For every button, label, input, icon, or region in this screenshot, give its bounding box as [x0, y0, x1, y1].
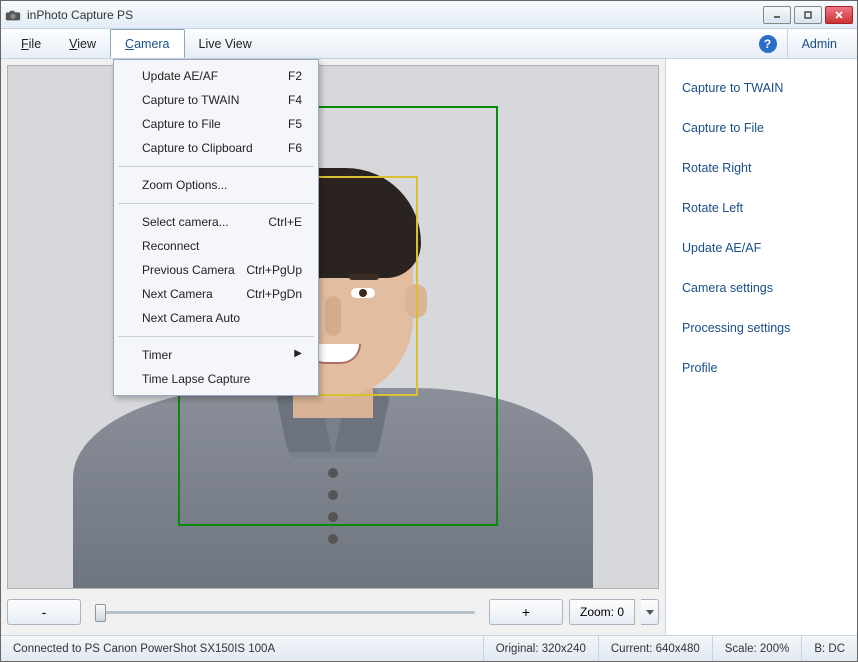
- zoom-in-button[interactable]: +: [489, 599, 563, 625]
- action-rotate-right[interactable]: Rotate Right: [682, 161, 841, 175]
- menu-select-camera[interactable]: Select camera...Ctrl+E: [114, 210, 318, 234]
- menu-next-camera-auto[interactable]: Next Camera Auto: [114, 306, 318, 330]
- zoom-slider-thumb[interactable]: [95, 604, 106, 622]
- menu-admin[interactable]: Admin: [787, 29, 851, 58]
- camera-menu-dropdown: Update AE/AFF2 Capture to TWAINF4 Captur…: [113, 59, 319, 396]
- status-original: Original: 320x240: [484, 636, 599, 661]
- status-bdc: B: DC: [802, 636, 857, 661]
- app-icon: [5, 9, 21, 21]
- menu-zoom-options[interactable]: Zoom Options...: [114, 173, 318, 197]
- statusbar: Connected to PS Canon PowerShot SX150IS …: [1, 635, 857, 661]
- action-capture-twain[interactable]: Capture to TWAIN: [682, 81, 841, 95]
- zoom-dropdown-button[interactable]: [641, 599, 659, 625]
- zoom-out-button[interactable]: -: [7, 599, 81, 625]
- action-update-ae-af[interactable]: Update AE/AF: [682, 241, 841, 255]
- action-profile[interactable]: Profile: [682, 361, 841, 375]
- menu-liveview[interactable]: Live View: [185, 29, 266, 58]
- window-controls: [763, 6, 853, 24]
- menu-timer[interactable]: Timer▶: [114, 343, 318, 367]
- action-camera-settings[interactable]: Camera settings: [682, 281, 841, 295]
- live-preview: [7, 65, 659, 589]
- zoom-controls: - + Zoom: 0: [7, 595, 659, 629]
- menu-capture-twain[interactable]: Capture to TWAINF4: [114, 88, 318, 112]
- menu-file[interactable]: File: [7, 29, 55, 58]
- menu-view[interactable]: View: [55, 29, 110, 58]
- menu-capture-clipboard[interactable]: Capture to ClipboardF6: [114, 136, 318, 160]
- close-button[interactable]: [825, 6, 853, 24]
- minimize-button[interactable]: [763, 6, 791, 24]
- help-icon[interactable]: ?: [759, 35, 777, 53]
- action-capture-file[interactable]: Capture to File: [682, 121, 841, 135]
- window-title: inPhoto Capture PS: [27, 8, 763, 22]
- zoom-slider[interactable]: [87, 611, 483, 614]
- status-current: Current: 640x480: [599, 636, 713, 661]
- titlebar: inPhoto Capture PS: [1, 1, 857, 29]
- status-connection: Connected to PS Canon PowerShot SX150IS …: [1, 636, 484, 661]
- menu-camera[interactable]: Camera: [110, 29, 184, 58]
- zoom-value-button[interactable]: Zoom: 0: [569, 599, 635, 625]
- maximize-button[interactable]: [794, 6, 822, 24]
- action-sidebar: Capture to TWAIN Capture to File Rotate …: [665, 59, 857, 635]
- menu-time-lapse[interactable]: Time Lapse Capture: [114, 367, 318, 391]
- menu-reconnect[interactable]: Reconnect: [114, 234, 318, 258]
- action-processing-settings[interactable]: Processing settings: [682, 321, 841, 335]
- content-area: - + Zoom: 0 Capture to TWAIN Capture to …: [1, 59, 857, 635]
- menubar: File View Camera Live View ? Admin: [1, 29, 857, 59]
- menu-capture-file[interactable]: Capture to FileF5: [114, 112, 318, 136]
- preview-pane: - + Zoom: 0: [1, 59, 665, 635]
- app-window: inPhoto Capture PS File View Camera Live…: [0, 0, 858, 662]
- menu-update-ae-af[interactable]: Update AE/AFF2: [114, 64, 318, 88]
- submenu-arrow-icon: ▶: [294, 348, 302, 362]
- menu-previous-camera[interactable]: Previous CameraCtrl+PgUp: [114, 258, 318, 282]
- status-scale: Scale: 200%: [713, 636, 803, 661]
- action-rotate-left[interactable]: Rotate Left: [682, 201, 841, 215]
- menu-next-camera[interactable]: Next CameraCtrl+PgDn: [114, 282, 318, 306]
